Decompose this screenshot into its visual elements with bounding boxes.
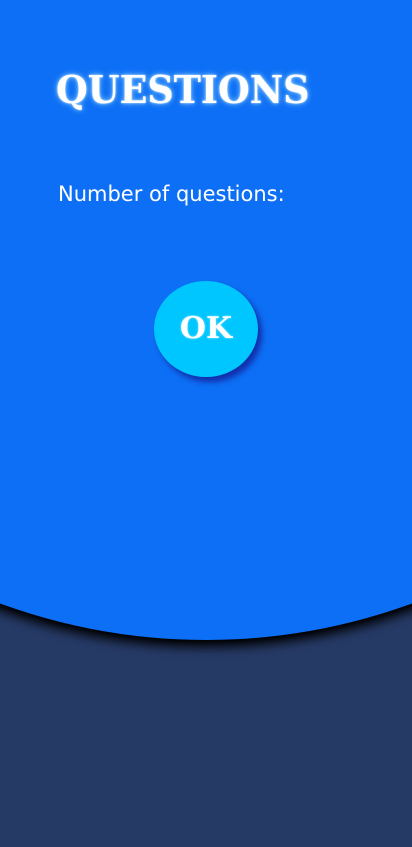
page-title: QUESTIONS [56, 67, 310, 112]
ok-button[interactable]: OK [154, 281, 258, 377]
questions-screen: QUESTIONS Number of questions: OK [0, 0, 412, 847]
ok-button-label: OK [179, 311, 233, 346]
content-area: QUESTIONS Number of questions: OK [0, 0, 412, 847]
question-count-label: Number of questions: [58, 182, 285, 206]
